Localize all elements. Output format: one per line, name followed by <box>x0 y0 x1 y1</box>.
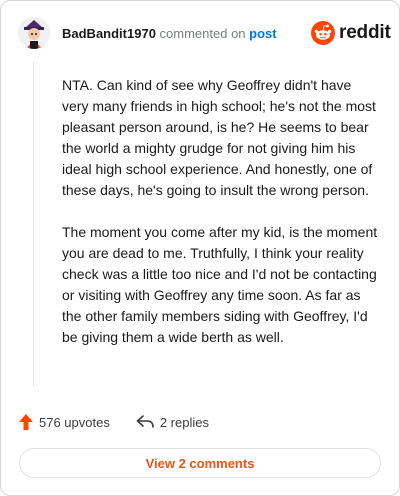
upvote-count: 576 upvotes <box>39 414 110 430</box>
upvote-arrow-icon <box>19 414 33 430</box>
reddit-wordmark: reddit <box>339 22 391 43</box>
comment-card: BadBandit1970 commented on post reddit N… <box>0 0 400 496</box>
comment-body: NTA. Can kind of see why Geoffrey didn't… <box>62 75 380 369</box>
thread-line <box>33 61 34 387</box>
replies-button[interactable]: 2 replies <box>136 415 209 430</box>
commented-on-text: commented on <box>159 26 246 41</box>
reddit-logo[interactable]: reddit <box>311 21 391 45</box>
comment-actions: 576 upvotes 2 replies <box>19 414 209 430</box>
avatar-icon <box>18 17 50 49</box>
comment-paragraph: NTA. Can kind of see why Geoffrey didn't… <box>62 77 376 198</box>
view-comments-button[interactable]: View 2 comments <box>19 448 381 478</box>
username[interactable]: BadBandit1970 <box>62 26 156 41</box>
comment-header: BadBandit1970 commented on post <box>62 26 277 42</box>
comment-paragraph: The moment you come after my kid, is the… <box>62 224 378 345</box>
replies-count: 2 replies <box>159 414 209 430</box>
reply-arrow-icon <box>136 415 154 428</box>
user-avatar[interactable] <box>18 17 50 49</box>
upvote-button[interactable]: 576 upvotes <box>19 414 110 430</box>
post-link[interactable]: post <box>249 26 276 41</box>
reddit-snoo-icon <box>311 21 335 45</box>
